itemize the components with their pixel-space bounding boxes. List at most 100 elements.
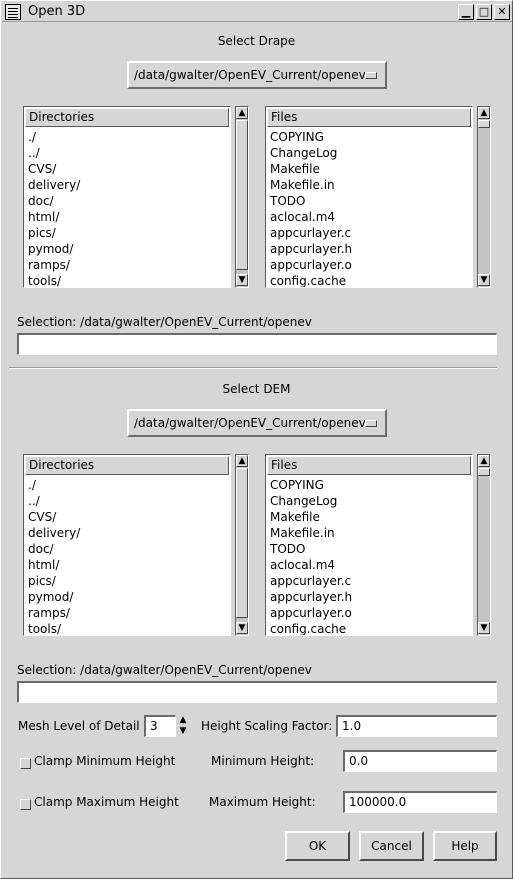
list-item[interactable]: pymod/ xyxy=(28,589,230,605)
list-item[interactable]: ../ xyxy=(28,493,230,509)
drape-files-scrollbar[interactable]: ▲ ▼ xyxy=(477,106,491,288)
drape-selection-label: Selection: /data/gwalter/OpenEV_Current/… xyxy=(17,315,312,329)
minimize-icon[interactable]: ▁ xyxy=(458,4,474,20)
scroll-down-arrow-icon[interactable]: ▼ xyxy=(478,274,490,286)
list-item[interactable]: pics/ xyxy=(28,225,230,241)
scroll-up-arrow-icon[interactable]: ▲ xyxy=(236,455,248,467)
scroll-down-arrow-icon[interactable]: ▼ xyxy=(236,622,248,634)
dem-files-scrollbar[interactable]: ▲ ▼ xyxy=(477,454,491,636)
list-item[interactable]: ../ xyxy=(28,145,230,161)
maximize-icon[interactable]: □ xyxy=(476,4,492,20)
list-item[interactable]: appcurlayer.c xyxy=(270,573,472,589)
dem-path-option-menu[interactable]: /data/gwalter/OpenEV_Current/openev xyxy=(127,409,387,437)
drape-files-header[interactable]: Files xyxy=(267,108,471,127)
drape-path-option-menu[interactable]: /data/gwalter/OpenEV_Current/openev xyxy=(127,61,387,89)
list-item[interactable]: ramps/ xyxy=(28,605,230,621)
list-item[interactable]: ChangeLog xyxy=(270,493,472,509)
close-icon[interactable]: ✕ xyxy=(494,4,510,20)
scroll-up-arrow-icon[interactable]: ▲ xyxy=(478,107,490,119)
drape-selection-input[interactable] xyxy=(17,333,497,355)
drape-files-list[interactable]: Files COPYING ChangeLog Makefile Makefil… xyxy=(265,106,473,288)
clamp-max-checkbox[interactable] xyxy=(20,799,31,810)
list-item[interactable]: tools/ xyxy=(28,273,230,287)
scroll-down-arrow-icon[interactable]: ▼ xyxy=(478,622,490,634)
window-menu-icon[interactable] xyxy=(5,4,21,20)
drape-directories-rows: ./ ../ CVS/ delivery/ doc/ html/ pics/ p… xyxy=(28,129,230,287)
list-item[interactable]: html/ xyxy=(28,557,230,573)
list-item[interactable]: ./ xyxy=(28,129,230,145)
list-item[interactable]: ChangeLog xyxy=(270,145,472,161)
clamp-max-label[interactable]: Clamp Maximum Height xyxy=(34,795,179,809)
list-item[interactable]: appcurlayer.h xyxy=(270,589,472,605)
list-item[interactable]: aclocal.m4 xyxy=(270,557,472,573)
list-item[interactable]: appcurlayer.c xyxy=(270,225,472,241)
scroll-up-arrow-icon[interactable]: ▲ xyxy=(236,107,248,119)
dem-files-header[interactable]: Files xyxy=(267,456,471,475)
list-item[interactable]: pymod/ xyxy=(28,241,230,257)
min-height-input[interactable]: 0.0 xyxy=(343,750,497,772)
scroll-thumb[interactable] xyxy=(478,468,490,476)
list-item[interactable]: Makefile xyxy=(270,161,472,177)
cancel-button[interactable]: Cancel xyxy=(359,831,424,861)
list-item[interactable]: doc/ xyxy=(28,193,230,209)
list-item[interactable]: Makefile.in xyxy=(270,525,472,541)
list-item[interactable]: config.cache xyxy=(270,273,472,287)
list-item[interactable]: ramps/ xyxy=(28,257,230,273)
max-height-label: Maximum Height: xyxy=(209,795,316,809)
list-item[interactable]: ./ xyxy=(28,477,230,493)
list-item[interactable]: pics/ xyxy=(28,573,230,589)
dem-directories-header[interactable]: Directories xyxy=(25,456,229,475)
option-menu-indicator-icon xyxy=(365,72,377,79)
mesh-level-spinner[interactable]: ▲ ▼ xyxy=(177,715,189,737)
dem-directories-list[interactable]: Directories ./ ../ CVS/ delivery/ doc/ h… xyxy=(23,454,231,636)
section-divider xyxy=(9,367,497,369)
list-item[interactable]: TODO xyxy=(270,193,472,209)
scroll-thumb[interactable] xyxy=(478,120,490,128)
mesh-level-spin-input[interactable]: 3 xyxy=(144,715,176,737)
list-item[interactable]: appcurlayer.o xyxy=(270,257,472,273)
dem-heading: Select DEM xyxy=(222,382,291,396)
height-scaling-input[interactable]: 1.0 xyxy=(336,715,497,737)
drape-directories-list[interactable]: Directories ./ ../ CVS/ delivery/ doc/ h… xyxy=(23,106,231,288)
list-item[interactable]: COPYING xyxy=(270,477,472,493)
height-scaling-label: Height Scaling Factor: xyxy=(201,719,333,733)
drape-path-option-label: /data/gwalter/OpenEV_Current/openev xyxy=(134,68,366,82)
mesh-level-label: Mesh Level of Detail xyxy=(18,719,140,733)
drape-directories-header[interactable]: Directories xyxy=(25,108,229,127)
clamp-min-label[interactable]: Clamp Minimum Height xyxy=(34,754,175,768)
scroll-thumb[interactable] xyxy=(236,468,248,618)
list-item[interactable]: aclocal.m4 xyxy=(270,209,472,225)
spin-up-arrow-icon[interactable]: ▲ xyxy=(177,715,189,726)
scroll-down-arrow-icon[interactable]: ▼ xyxy=(236,274,248,286)
drape-heading: Select Drape xyxy=(217,34,296,48)
dem-files-list[interactable]: Files COPYING ChangeLog Makefile Makefil… xyxy=(265,454,473,636)
scroll-up-arrow-icon[interactable]: ▲ xyxy=(478,455,490,467)
help-button[interactable]: Help xyxy=(433,831,497,861)
list-item[interactable]: CVS/ xyxy=(28,161,230,177)
drape-directories-scrollbar[interactable]: ▲ ▼ xyxy=(235,106,249,288)
open-3d-dialog: Open 3D ▁ □ ✕ Select Drape /data/gwalter… xyxy=(0,0,513,879)
list-item[interactable]: html/ xyxy=(28,209,230,225)
title-bar[interactable]: Open 3D ▁ □ ✕ xyxy=(2,2,512,22)
list-item[interactable]: delivery/ xyxy=(28,177,230,193)
dem-selection-input[interactable] xyxy=(17,681,497,703)
dem-path-option-label: /data/gwalter/OpenEV_Current/openev xyxy=(134,416,366,430)
dem-directories-scrollbar[interactable]: ▲ ▼ xyxy=(235,454,249,636)
max-height-input[interactable]: 100000.0 xyxy=(343,791,497,813)
list-item[interactable]: Makefile.in xyxy=(270,177,472,193)
list-item[interactable]: Makefile xyxy=(270,509,472,525)
list-item[interactable]: doc/ xyxy=(28,541,230,557)
list-item[interactable]: tools/ xyxy=(28,621,230,635)
scroll-thumb[interactable] xyxy=(236,120,248,270)
list-item[interactable]: delivery/ xyxy=(28,525,230,541)
ok-button[interactable]: OK xyxy=(285,831,350,861)
list-item[interactable]: appcurlayer.h xyxy=(270,241,472,257)
list-item[interactable]: TODO xyxy=(270,541,472,557)
clamp-min-checkbox[interactable] xyxy=(20,758,31,769)
list-item[interactable]: COPYING xyxy=(270,129,472,145)
list-item[interactable]: CVS/ xyxy=(28,509,230,525)
list-item[interactable]: appcurlayer.o xyxy=(270,605,472,621)
drape-files-rows: COPYING ChangeLog Makefile Makefile.in T… xyxy=(270,129,472,287)
list-item[interactable]: config.cache xyxy=(270,621,472,635)
spin-down-arrow-icon[interactable]: ▼ xyxy=(177,726,189,737)
